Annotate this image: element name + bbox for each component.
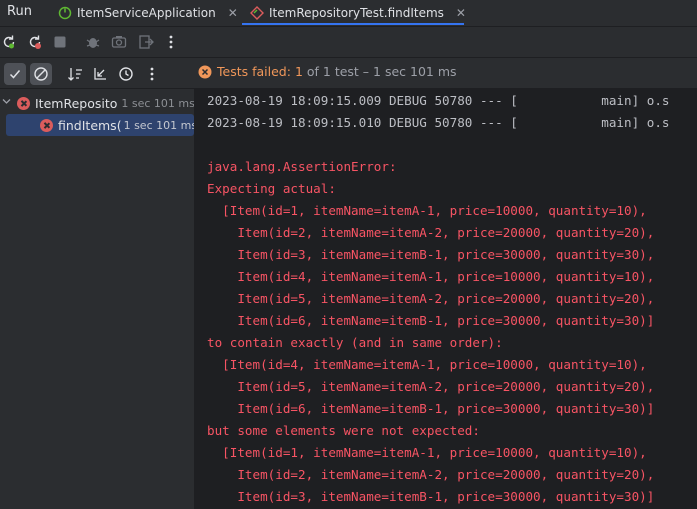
status-label: Tests failed: — [217, 64, 291, 79]
error-icon — [17, 96, 30, 110]
rerun-failed-icon[interactable] — [26, 33, 44, 51]
spring-boot-icon — [58, 6, 72, 20]
show-passed-icon[interactable] — [4, 63, 26, 85]
stop-icon[interactable] — [51, 33, 69, 51]
exit-icon[interactable] — [137, 33, 155, 51]
more-vert-icon[interactable] — [141, 63, 163, 85]
console-line: [Item(id=1, itemName=itemA-1, price=1000… — [207, 203, 647, 218]
console-line: 2023-08-19 18:09:15.009 DEBUG 50780 --- … — [207, 93, 670, 108]
console-line: Item(id=3, itemName=itemB-1, price=30000… — [207, 247, 655, 262]
tree-node-time: 1 sec 101 ms — [121, 96, 194, 110]
console-line: 2023-08-19 18:09:15.010 DEBUG 50780 --- … — [207, 115, 670, 130]
sort-icon[interactable] — [64, 63, 86, 85]
tree-node-test-method[interactable]: findItems( 1 sec 101 ms — [6, 114, 194, 136]
tab-label: ItemRepositoryTest.findItems — [269, 6, 444, 20]
clock-icon[interactable] — [115, 63, 137, 85]
tree-node-test-class[interactable]: ItemReposito 1 sec 101 ms — [0, 92, 194, 114]
run-title: Run — [7, 4, 32, 19]
chevron-down-icon[interactable] — [2, 97, 11, 109]
close-icon[interactable]: ✕ — [456, 6, 466, 20]
close-icon[interactable]: ✕ — [228, 6, 238, 20]
rerun-icon[interactable] — [0, 33, 18, 51]
collapse-icon[interactable] — [89, 63, 111, 85]
run-toolbar — [0, 27, 697, 58]
tree-node-label: findItems( — [58, 117, 122, 133]
warning-icon — [198, 65, 212, 79]
console-line: [Item(id=1, itemName=itemA-1, price=1000… — [207, 445, 647, 460]
status-detail: of 1 test – 1 sec 101 ms — [306, 64, 457, 79]
run-tool-window-header: Run ItemServiceApplication ✕ ItemReposit… — [0, 0, 697, 27]
console-line: Item(id=2, itemName=itemA-2, price=20000… — [207, 467, 655, 482]
tree-node-time: 1 sec 101 ms — [123, 118, 194, 132]
tab-item-service-application[interactable]: ItemServiceApplication ✕ — [58, 0, 238, 26]
more-vert-icon[interactable] — [162, 33, 180, 51]
test-diamond-icon — [250, 6, 264, 20]
camera-icon[interactable] — [110, 33, 128, 51]
console-line: java.lang.AssertionError: — [207, 159, 397, 174]
active-tab-indicator — [242, 23, 464, 25]
console-line: but some elements were not expected: — [207, 423, 480, 438]
console-line: Item(id=6, itemName=itemB-1, price=30000… — [207, 401, 655, 416]
error-icon — [40, 118, 53, 132]
console-line: [Item(id=4, itemName=itemA-1, price=1000… — [207, 357, 647, 372]
tab-label: ItemServiceApplication — [77, 6, 216, 20]
test-status: Tests failed: 1 of 1 test – 1 sec 101 ms — [198, 64, 457, 79]
show-ignored-icon[interactable] — [30, 63, 52, 85]
debug-icon[interactable] — [84, 33, 102, 51]
console-line: Item(id=3, itemName=itemB-1, price=30000… — [207, 489, 655, 504]
console-line: to contain exactly (and in same order): — [207, 335, 503, 350]
console-output[interactable]: 2023-08-19 18:09:15.009 DEBUG 50780 --- … — [195, 89, 697, 509]
console-line: Expecting actual: — [207, 181, 336, 196]
tree-node-label: ItemReposito — [35, 95, 118, 111]
console-line: Item(id=5, itemName=itemA-2, price=20000… — [207, 379, 655, 394]
console-line: Item(id=6, itemName=itemB-1, price=30000… — [207, 313, 655, 328]
console-line: Item(id=4, itemName=itemA-1, price=10000… — [207, 269, 655, 284]
test-tree: ItemReposito 1 sec 101 ms findItems( 1 s… — [0, 89, 195, 509]
console-line: Item(id=2, itemName=itemA-2, price=20000… — [207, 225, 655, 240]
failed-count: 1 — [294, 64, 303, 79]
console-line: Item(id=5, itemName=itemA-2, price=20000… — [207, 291, 655, 306]
test-toolbar: Tests failed: 1 of 1 test – 1 sec 101 ms — [0, 58, 697, 89]
